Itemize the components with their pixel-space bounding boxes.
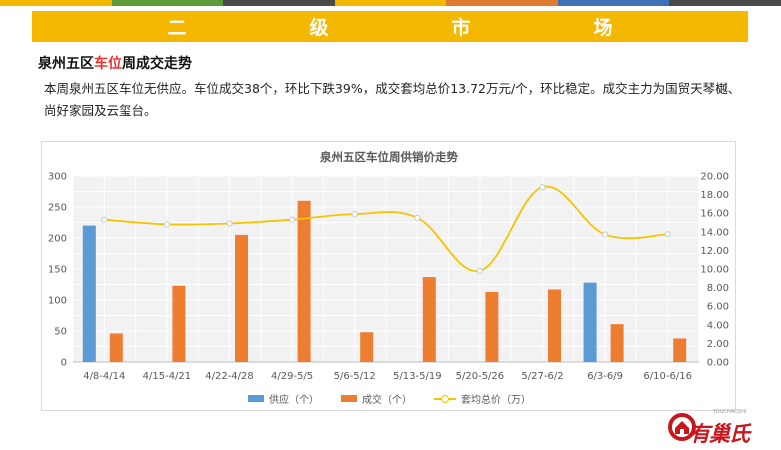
top-color-strip: [0, 0, 781, 6]
bar-deals: [673, 338, 687, 362]
x-tick-label: 5/20-5/26: [456, 371, 505, 382]
right-axis-ticks: 0.00 2.00 4.00 6.00 8.00 10.00 12.00 14.00 16.00…: [700, 172, 729, 369]
bar-deals: [610, 324, 624, 362]
right-tick-label: 20.00: [700, 172, 729, 183]
left-tick-label: 50: [54, 327, 67, 338]
x-tick-label: 4/22-4/28: [205, 371, 254, 382]
price-point: [226, 220, 233, 227]
bar-supply: [82, 225, 96, 362]
left-tick-label: 100: [48, 296, 67, 307]
right-tick-label: 4.00: [707, 320, 729, 331]
brand-logo: YOUCHAOSHI 有巢氏: [667, 408, 779, 446]
price-point: [101, 216, 108, 223]
right-tick-label: 16.00: [700, 209, 729, 220]
x-tick-label: 5/6-5/12: [334, 371, 376, 382]
x-tick-label: 5/13-5/19: [393, 371, 442, 382]
price-point: [539, 184, 546, 191]
top-strip-segment: [0, 0, 112, 6]
page-banner: 二 级 市 场: [32, 11, 748, 42]
legend-swatch-price: [434, 394, 456, 403]
heading-highlight: 车位: [94, 56, 122, 72]
top-strip-segment: [446, 0, 558, 6]
legend-label-price: 套均总价（万）: [461, 395, 531, 406]
bar-deals: [109, 333, 123, 362]
right-tick-label: 18.00: [700, 190, 729, 201]
bar-deals: [485, 291, 499, 362]
right-tick-label: 10.00: [700, 265, 729, 276]
price-point: [289, 216, 296, 223]
chart-legend: 供应（个） 成交（个） 套均总价（万）: [42, 391, 737, 406]
legend-item-supply: 供应（个）: [248, 391, 319, 406]
chart-title: 泉州五区车位周供销价走势: [319, 150, 458, 164]
x-tick-label: 4/29-5/5: [271, 371, 313, 382]
bar-deals: [548, 289, 561, 362]
left-axis-ticks: 0 50 100 150 200 250 300: [48, 172, 67, 369]
left-tick-label: 200: [48, 234, 67, 245]
bar-deals: [297, 200, 311, 362]
x-tick-label: 5/27-6/2: [521, 371, 563, 382]
top-strip-segment: [223, 0, 335, 6]
x-tick-label: 4/15-4/21: [143, 371, 192, 382]
bar-deals: [172, 285, 186, 362]
right-tick-label: 2.00: [707, 339, 729, 350]
heading-prefix: 泉州五区: [38, 56, 94, 72]
legend-swatch-deals: [341, 395, 357, 402]
top-strip-segment: [334, 0, 447, 6]
right-tick-label: 14.00: [700, 227, 729, 238]
price-point: [414, 214, 421, 221]
x-axis-ticks: 4/8-4/14 4/15-4/21 4/22-4/28 4/29-5/5 5/6-5/…: [83, 371, 692, 382]
legend-label-deals: 成交（个）: [362, 395, 412, 406]
legend-item-price: 套均总价（万）: [434, 391, 531, 406]
right-tick-label: 12.00: [700, 246, 729, 257]
chart-grid: [72, 175, 700, 363]
right-tick-label: 6.00: [707, 302, 729, 313]
price-point: [476, 267, 483, 274]
combo-chart: 泉州五区车位周供销价走势 0 50 100 150 200 250 300 0.00 2.00…: [48, 150, 729, 382]
logo-text: 有巢氏: [689, 422, 750, 446]
legend-label-supply: 供应（个）: [269, 395, 319, 406]
bar-deals: [360, 332, 374, 362]
left-tick-label: 150: [48, 265, 67, 276]
right-tick-label: 0.00: [707, 358, 729, 369]
section-heading: 泉州五区车位周成交走势: [38, 53, 192, 73]
top-strip-segment: [111, 0, 224, 6]
price-point: [351, 211, 358, 218]
legend-item-deals: 成交（个）: [341, 391, 412, 406]
top-strip-segment: [557, 0, 670, 6]
x-tick-label: 4/8-4/14: [83, 371, 125, 382]
legend-swatch-supply: [248, 395, 264, 402]
price-point: [163, 221, 171, 228]
x-tick-label: 6/3-6/9: [587, 371, 623, 382]
left-tick-label: 300: [48, 172, 67, 183]
x-tick-label: 6/10-6/16: [643, 371, 692, 382]
heading-suffix: 周成交走势: [122, 56, 192, 72]
price-point: [602, 231, 609, 238]
right-tick-label: 8.00: [707, 283, 729, 294]
left-tick-label: 250: [48, 203, 67, 214]
bar-deals: [235, 234, 248, 362]
bar-supply: [583, 282, 597, 362]
left-tick-label: 0: [61, 358, 67, 369]
price-point: [664, 231, 671, 238]
summary-paragraph: 本周泉州五区车位无供应。车位成交38个，环比下跌39%，成交套均总价13.72万…: [44, 81, 741, 118]
bar-deals: [422, 277, 436, 362]
top-strip-segment: [669, 0, 781, 6]
logo-subtext: YOUCHAOSHI: [713, 409, 747, 415]
chart-container: 泉州五区车位周供销价走势 0 50 100 150 200 250 300 0.00 2.00…: [41, 141, 736, 411]
